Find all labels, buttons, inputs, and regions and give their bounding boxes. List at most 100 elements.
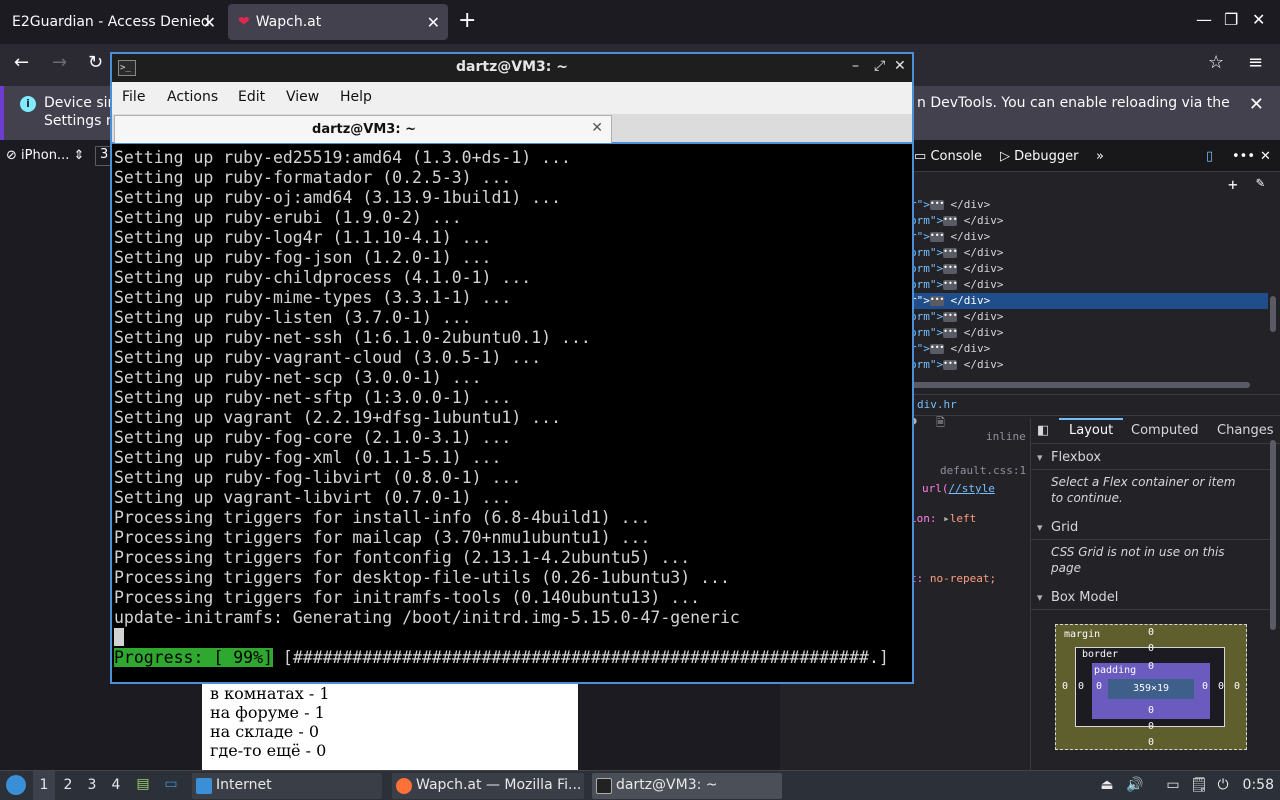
minimize-icon[interactable]: – [852, 58, 859, 74]
bookmark-star-icon[interactable]: ☆ [1208, 52, 1224, 73]
display-icon[interactable]: ▭ [1164, 777, 1182, 795]
close-icon[interactable]: ✕ [591, 120, 603, 136]
tab-changes[interactable]: Changes [1217, 423, 1274, 438]
sidebar-scrollbar[interactable] [1270, 440, 1276, 630]
close-icon[interactable]: ✕ [894, 58, 906, 74]
tab-layout[interactable]: Layout [1069, 423, 1113, 438]
ellipsis-icon[interactable]: ••• [943, 216, 958, 226]
markup-row[interactable]: orm">••• </div> [910, 277, 1270, 293]
border-bottom-value[interactable]: 0 [1148, 721, 1154, 732]
ellipsis-icon[interactable]: ••• [929, 200, 944, 210]
border-left-value[interactable]: 0 [1078, 681, 1084, 692]
border-right-value[interactable]: 0 [1218, 681, 1224, 692]
tab-console[interactable]: ▭ Console [914, 149, 982, 164]
margin-top-value[interactable]: 0 [1148, 627, 1154, 638]
menu-actions[interactable]: Actions [167, 89, 218, 105]
workspace-2[interactable]: 2 [57, 771, 79, 800]
rule-prop-value[interactable]: left [950, 512, 977, 525]
reload-icon[interactable]: ↻ [88, 52, 103, 73]
grid-section-header[interactable]: Grid [1031, 516, 1271, 540]
close-icon[interactable]: ✕ [1260, 149, 1271, 164]
margin-right-value[interactable]: 0 [1234, 681, 1240, 692]
ellipsis-icon[interactable]: ••• [943, 312, 958, 322]
tab-debugger[interactable]: ▷ Debugger [1000, 149, 1079, 164]
eyedropper-icon[interactable]: ✎ [1256, 175, 1264, 191]
minimize-icon[interactable]: — [1196, 10, 1212, 29]
tab-computed[interactable]: Computed [1131, 423, 1199, 438]
more-tabs-icon[interactable]: » [1096, 149, 1104, 164]
ellipsis-icon[interactable]: ••• [943, 360, 958, 370]
markup-scrollbar[interactable] [1270, 296, 1276, 332]
clipboard-icon[interactable]: ⏏ [1098, 777, 1116, 795]
ellipsis-icon[interactable]: ••• [943, 248, 958, 258]
responsive-mode-icon[interactable]: ▯ [1206, 149, 1213, 164]
ellipsis-icon[interactable]: ••• [929, 344, 944, 354]
restore-icon[interactable]: ❐ [1224, 10, 1238, 29]
sidebar-toggle-icon[interactable]: ◧ [1037, 423, 1049, 438]
add-node-icon[interactable]: + [1228, 175, 1238, 194]
markup-row[interactable]: orm">••• </div> [910, 245, 1270, 261]
menu-file[interactable]: File [122, 89, 145, 105]
taskbar-window-internet[interactable]: Internet [192, 773, 382, 799]
markup-row[interactable]: orm">••• </div> [910, 309, 1270, 325]
volume-icon[interactable]: 🔊 [1126, 777, 1144, 795]
print-icon[interactable]: 🗎 [936, 414, 945, 433]
power-icon[interactable]: ⏻ [1214, 777, 1232, 795]
markup-row[interactable]: r">••• </div> [910, 229, 1270, 245]
taskbar-window-terminal[interactable]: dartz@VM3: ~ [592, 773, 782, 799]
tab-wapchat[interactable]: ❤ Wapch.at ✕ [228, 4, 448, 40]
border-top-value[interactable]: 0 [1148, 643, 1154, 654]
padding-left-value[interactable]: 0 [1096, 681, 1102, 692]
rule-url-link[interactable]: //style [949, 482, 995, 495]
close-icon[interactable]: ✕ [427, 13, 440, 32]
menu-edit[interactable]: Edit [238, 89, 265, 105]
tab-access-denied[interactable]: E2Guardian - Access Denied ✕ [2, 4, 224, 40]
box-model-content-size[interactable]: 359×19 [1108, 679, 1194, 699]
maximize-icon[interactable]: ⤢ [874, 58, 885, 74]
rule-prop-value[interactable]: no-repeat; [930, 572, 996, 585]
start-menu-icon[interactable] [6, 775, 26, 795]
device-selector[interactable]: ⊘ iPhon... ⇕ [6, 148, 84, 163]
rule-source-link[interactable]: default.css:1 [940, 464, 1026, 477]
box-model-section-header[interactable]: Box Model [1031, 586, 1271, 610]
file-manager-icon[interactable]: ▤ [134, 776, 152, 794]
flexbox-section-header[interactable]: Flexbox [1031, 446, 1271, 470]
new-tab-button[interactable]: + [458, 8, 476, 33]
terminal-output[interactable]: update-initramfs: Generating /boot/initr… [112, 146, 912, 682]
markup-row[interactable]: orm">••• </div> [910, 325, 1270, 341]
close-icon[interactable]: ✕ [1249, 94, 1264, 115]
markup-horizontal-scrollbar[interactable] [910, 382, 1250, 388]
workspace-4[interactable]: 4 [105, 771, 127, 800]
menu-hamburger-icon[interactable]: ≡ [1248, 52, 1263, 73]
markup-row[interactable]: r">••• </div> [910, 341, 1270, 357]
notes-icon[interactable]: 🗒 [1190, 777, 1208, 795]
menu-help[interactable]: Help [340, 89, 372, 105]
more-options-icon[interactable]: ••• [1232, 149, 1255, 164]
markup-row-selected[interactable]: r">••• </div> [910, 293, 1268, 309]
ellipsis-icon[interactable]: ••• [943, 280, 958, 290]
markup-row[interactable]: orm">••• </div> [910, 261, 1270, 277]
workspace-3[interactable]: 3 [81, 771, 103, 800]
padding-bottom-value[interactable]: 0 [1148, 705, 1154, 716]
ellipsis-icon[interactable]: ••• [943, 264, 958, 274]
show-desktop-icon[interactable]: ▭ [162, 776, 180, 794]
terminal-tab[interactable]: dartz@VM3: ~ ✕ [114, 115, 612, 143]
ellipsis-icon[interactable]: ••• [929, 296, 944, 306]
back-icon[interactable]: ← [14, 52, 29, 73]
markup-row[interactable]: orm">••• </div> [910, 213, 1270, 229]
padding-top-value[interactable]: 0 [1148, 661, 1154, 672]
margin-bottom-value[interactable]: 0 [1148, 737, 1154, 748]
markup-row[interactable]: r">••• </div> [910, 197, 1270, 213]
margin-left-value[interactable]: 0 [1062, 681, 1068, 692]
taskbar-window-firefox[interactable]: Wapch.at — Mozilla Fi... [392, 773, 584, 799]
close-window-icon[interactable]: ✕ [1252, 10, 1265, 29]
markup-row[interactable]: orm">••• </div> [910, 357, 1270, 373]
ellipsis-icon[interactable]: ••• [943, 328, 958, 338]
terminal-titlebar[interactable]: >_ dartz@VM3: ~ – ⤢ ✕ [112, 54, 912, 82]
breadcrumb-item[interactable]: div.hr [917, 398, 957, 411]
close-icon[interactable]: ✕ [203, 13, 216, 32]
workspace-1[interactable]: 1 [33, 771, 55, 800]
forward-icon[interactable]: → [52, 52, 67, 73]
menu-view[interactable]: View [286, 89, 319, 105]
padding-right-value[interactable]: 0 [1202, 681, 1208, 692]
